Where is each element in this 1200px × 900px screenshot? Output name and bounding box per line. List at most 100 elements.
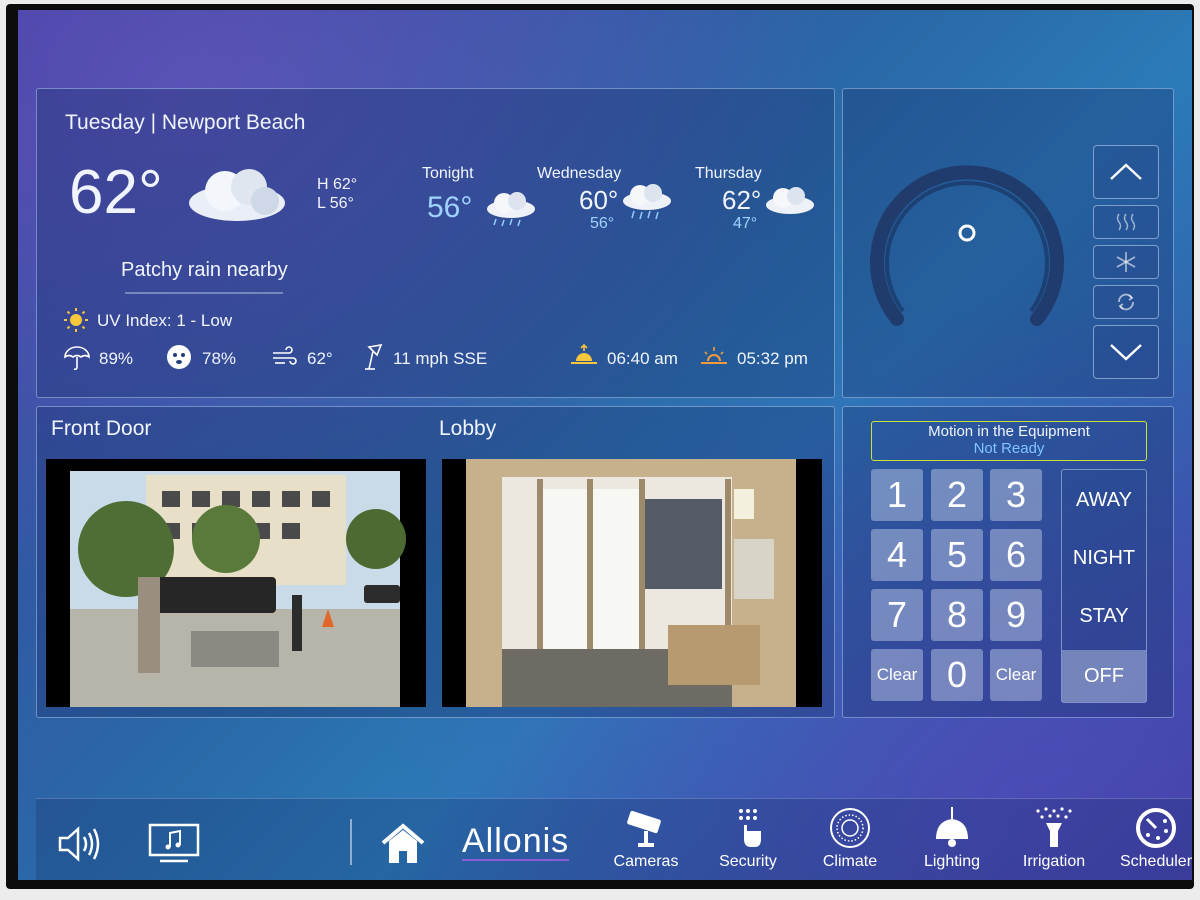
sunrise-time: 06:40 am bbox=[607, 349, 678, 368]
key-1[interactable]: 1 bbox=[871, 469, 923, 521]
thermostat-dial[interactable] bbox=[867, 159, 1067, 339]
key-6[interactable]: 6 bbox=[990, 529, 1042, 581]
tv-music-icon bbox=[148, 823, 200, 863]
forecast-wednesday-label: Wednesday bbox=[537, 165, 622, 182]
forecast-tonight-temp: 56° bbox=[427, 191, 473, 224]
weather-condition: Patchy rain nearby bbox=[121, 259, 288, 281]
forecast-thursday-label: Thursday bbox=[695, 165, 762, 182]
irrigation-icon bbox=[1036, 807, 1072, 847]
front-door-video bbox=[70, 471, 406, 707]
forecast-wednesday-high: 60° bbox=[579, 185, 619, 215]
key-3[interactable]: 3 bbox=[990, 469, 1042, 521]
heat-mode-button[interactable] bbox=[1093, 205, 1159, 239]
divider bbox=[125, 292, 283, 294]
sunrise-icon bbox=[571, 343, 597, 364]
decrease-button[interactable] bbox=[1093, 325, 1159, 379]
uv-index: UV Index: 1 - Low bbox=[97, 311, 233, 330]
climate-dial-icon bbox=[830, 808, 870, 848]
key-8[interactable]: 8 bbox=[931, 589, 983, 641]
snowflake-icon bbox=[1116, 252, 1136, 272]
nav-irrigation-label: Irrigation bbox=[1022, 853, 1086, 870]
camera-feed-lobby[interactable] bbox=[442, 459, 822, 707]
nav-lighting[interactable]: Lighting bbox=[912, 799, 992, 880]
key-5[interactable]: 5 bbox=[931, 529, 983, 581]
nav-climate-label: Climate bbox=[822, 853, 878, 870]
nav-irrigation[interactable]: Irrigation bbox=[1014, 799, 1094, 880]
scheduler-clock-icon bbox=[1136, 808, 1176, 848]
chevron-up-icon bbox=[1110, 163, 1142, 180]
key-9[interactable]: 9 bbox=[990, 589, 1042, 641]
mode-off-button[interactable]: OFF bbox=[1062, 650, 1146, 702]
low-temp: L 56° bbox=[317, 195, 354, 212]
nav-security-label: Security bbox=[719, 853, 777, 870]
wind-feel-icon bbox=[273, 346, 297, 365]
nav-cameras-label: Cameras bbox=[613, 853, 679, 870]
precipitation-value: 89% bbox=[99, 349, 134, 368]
brand-logo: Allonis bbox=[462, 822, 570, 861]
nav-scheduler-label: Scheduler bbox=[1119, 853, 1192, 870]
mode-stay-button[interactable]: STAY bbox=[1062, 586, 1146, 646]
camera-panel: Front Door Lobby bbox=[36, 406, 835, 718]
key-clear-left[interactable]: Clear bbox=[871, 649, 923, 701]
arm-mode-column: AWAY NIGHT STAY OFF bbox=[1061, 469, 1147, 703]
wind-vane-icon bbox=[365, 343, 383, 370]
nav-cameras[interactable]: Cameras bbox=[606, 799, 686, 880]
mode-away-button[interactable]: AWAY bbox=[1062, 470, 1146, 530]
home-button[interactable] bbox=[378, 799, 428, 880]
rain-cloud-icon bbox=[487, 192, 535, 227]
bottom-nav-bar: Allonis Cameras Security Climate Lightin… bbox=[36, 798, 1192, 880]
rain-cloud-icon bbox=[623, 184, 671, 220]
climate-control-panel bbox=[842, 88, 1174, 398]
current-temperature: 62° bbox=[69, 158, 163, 227]
increase-button[interactable] bbox=[1093, 145, 1159, 199]
camera-feed-front-door[interactable] bbox=[46, 459, 426, 707]
forecast-thursday-high: 62° bbox=[722, 185, 762, 215]
nav-divider bbox=[350, 819, 352, 865]
heat-icon bbox=[1116, 213, 1136, 231]
status-message: Motion in the Equipment bbox=[928, 423, 1090, 440]
auto-mode-button[interactable] bbox=[1093, 285, 1159, 319]
humidity-value: 78% bbox=[202, 349, 237, 368]
camera-icon bbox=[627, 810, 661, 847]
key-4[interactable]: 4 bbox=[871, 529, 923, 581]
forecast-wednesday-low: 56° bbox=[590, 215, 615, 232]
cool-mode-button[interactable] bbox=[1093, 245, 1159, 279]
security-status-box: Motion in the Equipment Not Ready bbox=[871, 421, 1147, 461]
feels-like-value: 62° bbox=[307, 349, 333, 368]
mode-night-button[interactable]: NIGHT bbox=[1062, 528, 1146, 588]
camera-title-lobby: Lobby bbox=[439, 417, 497, 440]
speaker-icon bbox=[58, 826, 100, 862]
nav-scheduler[interactable]: Scheduler bbox=[1116, 799, 1192, 880]
humidity-icon bbox=[167, 345, 191, 369]
nav-security[interactable]: Security bbox=[708, 799, 788, 880]
forecast-tonight-label: Tonight bbox=[422, 165, 474, 182]
forecast-thursday-low: 47° bbox=[733, 215, 758, 232]
cloud-icon bbox=[189, 169, 285, 221]
status-state: Not Ready bbox=[973, 440, 1045, 457]
nav-lighting-label: Lighting bbox=[923, 853, 981, 870]
weather-panel: Tuesday | Newport Beach 62° H 62° L 56° … bbox=[36, 88, 835, 398]
touch-screen: Tuesday | Newport Beach 62° H 62° L 56° … bbox=[18, 10, 1192, 880]
cloud-icon bbox=[766, 187, 814, 214]
location-date: Tuesday | Newport Beach bbox=[65, 111, 306, 134]
security-keypad-icon bbox=[739, 809, 761, 847]
volume-button[interactable] bbox=[52, 799, 108, 880]
lobby-video bbox=[466, 459, 796, 707]
media-button[interactable] bbox=[146, 799, 202, 880]
wind-value: 11 mph SSE bbox=[393, 349, 488, 368]
nav-climate[interactable]: Climate bbox=[810, 799, 890, 880]
auto-cycle-icon bbox=[1118, 293, 1134, 311]
sun-icon bbox=[64, 308, 88, 332]
home-icon bbox=[381, 823, 425, 863]
high-temp: H 62° bbox=[317, 176, 358, 193]
sunset-icon bbox=[701, 347, 727, 364]
security-keypad-panel: Motion in the Equipment Not Ready 1 2 3 … bbox=[842, 406, 1174, 718]
chevron-down-icon bbox=[1110, 344, 1142, 361]
sunset-time: 05:32 pm bbox=[737, 349, 808, 368]
key-7[interactable]: 7 bbox=[871, 589, 923, 641]
pendant-lamp-icon bbox=[936, 807, 968, 847]
umbrella-icon bbox=[64, 346, 90, 371]
key-2[interactable]: 2 bbox=[931, 469, 983, 521]
key-0[interactable]: 0 bbox=[931, 649, 983, 701]
key-clear-right[interactable]: Clear bbox=[990, 649, 1042, 701]
